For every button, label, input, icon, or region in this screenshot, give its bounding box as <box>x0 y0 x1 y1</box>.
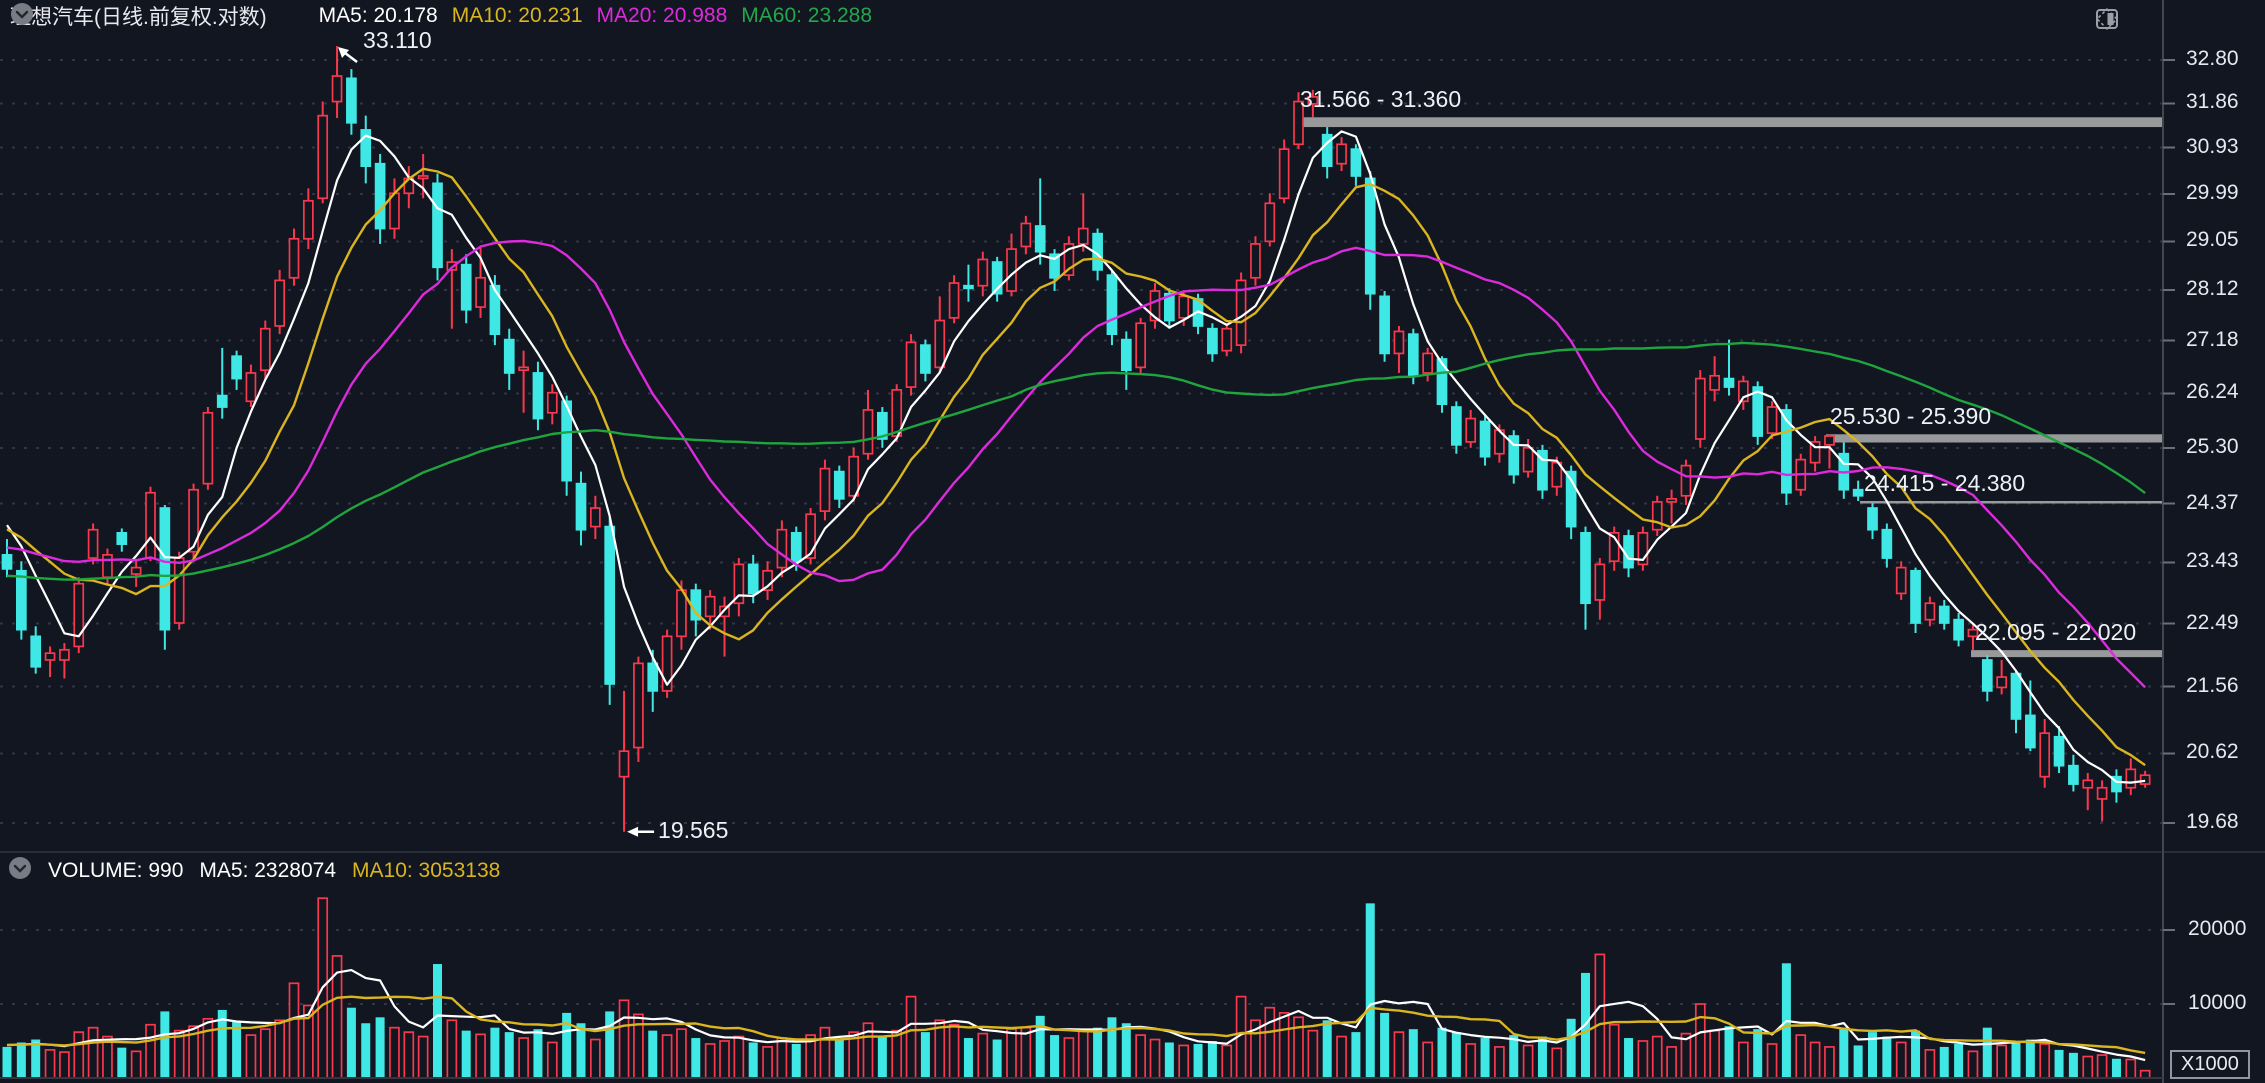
price-axis-label: 31.86 <box>2186 90 2261 114</box>
volume-axis-label: 10000 <box>2188 991 2246 1015</box>
chart-toolbar <box>2094 6 2158 32</box>
ma20-legend: MA20: 20.988 <box>597 4 728 28</box>
price-axis-label: 25.30 <box>2186 435 2261 459</box>
page-title: 理想汽车(日线.前复权.对数) <box>10 1 267 31</box>
gap-bar <box>1860 501 2163 504</box>
price-ma20-line <box>7 241 2145 687</box>
price-pane-header: 理想汽车(日线.前复权.对数) MA5: 20.178 MA10: 20.231… <box>10 2 872 30</box>
volume-value: VOLUME: 990 <box>48 859 183 883</box>
ma60-legend: MA60: 23.288 <box>741 4 872 28</box>
gap-annotation: 24.415 - 24.380 <box>1864 470 2025 497</box>
candlestick-volume-chart[interactable] <box>0 0 2265 1083</box>
price-ma10-line <box>7 169 2145 765</box>
axis-ticks <box>2163 60 2175 1004</box>
volume-ma5-legend: MA5: 2328074 <box>199 859 336 883</box>
price-axis-label: 26.24 <box>2186 380 2261 404</box>
high-annotation: 33.110 <box>363 27 432 54</box>
price-ma5-line <box>7 131 2145 782</box>
chevron-down-icon[interactable] <box>8 859 32 883</box>
stock-chart-window: 理想汽车(日线.前复权.对数) MA5: 20.178 MA10: 20.231… <box>0 0 2265 1083</box>
volume-unit-label: X1000 <box>2170 1050 2250 1079</box>
volume-pane-header: VOLUME: 990 MA5: 2328074 MA10: 3053138 <box>8 856 500 886</box>
ma10-legend: MA10: 20.231 <box>452 4 583 28</box>
price-axis-label: 30.93 <box>2186 135 2261 159</box>
price-axis-label: 29.99 <box>2186 181 2261 205</box>
price-axis-label: 28.12 <box>2186 277 2261 301</box>
split-panel-icon[interactable] <box>2132 6 2158 32</box>
price-axis-label: 20.62 <box>2186 740 2261 764</box>
volume-ma10-legend: MA10: 3053138 <box>352 859 500 883</box>
price-axis-label: 24.37 <box>2186 491 2261 515</box>
chevron-down-icon[interactable] <box>281 4 305 28</box>
volume-axis-label: 20000 <box>2188 917 2246 941</box>
gap-annotation: 22.095 - 22.020 <box>1975 619 2136 646</box>
gap-annotation: 25.530 - 25.390 <box>1830 403 1991 430</box>
price-axis-label: 32.80 <box>2186 47 2261 71</box>
gap-bar <box>1826 434 2163 442</box>
volume-bars <box>3 898 2150 1078</box>
price-axis-label: 27.18 <box>2186 328 2261 352</box>
price-axis-label: 22.49 <box>2186 611 2261 635</box>
ma5-legend: MA5: 20.178 <box>319 4 438 28</box>
gap-annotation: 31.566 - 31.360 <box>1300 86 1461 113</box>
price-axis-label: 29.05 <box>2186 228 2261 252</box>
price-axis-label: 21.56 <box>2186 674 2261 698</box>
price-axis-label: 19.68 <box>2186 810 2261 834</box>
low-annotation: 19.565 <box>658 817 728 844</box>
gap-bar <box>1296 117 2163 127</box>
price-axis-label: 23.43 <box>2186 549 2261 573</box>
price-ma60-line <box>7 343 2145 580</box>
